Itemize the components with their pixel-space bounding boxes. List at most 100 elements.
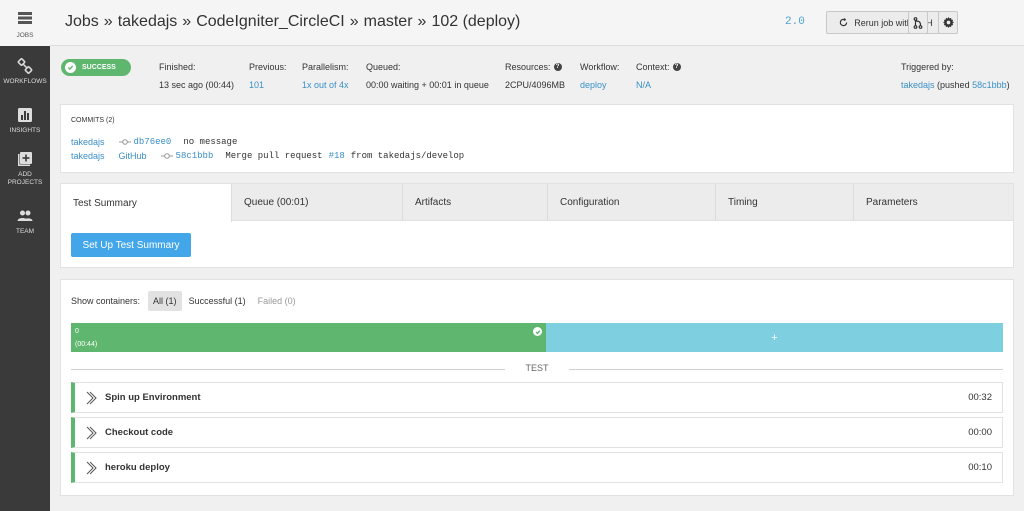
context-link[interactable]: N/A xyxy=(636,80,681,90)
commit-hash-link[interactable]: 58c1bbb xyxy=(176,151,214,161)
info-finished: Finished: 13 sec ago (00:44) xyxy=(159,62,234,90)
rerun-ssh-button[interactable]: Rerun job with SSH xyxy=(826,11,946,34)
step-name: heroku deploy xyxy=(105,462,170,473)
breadcrumb-separator: » xyxy=(417,13,427,30)
insights-icon xyxy=(18,108,32,122)
sidebar-item-label: TEAM xyxy=(15,228,35,235)
info-triggered: Triggered by: takedajs (pushed 58c1bbb) xyxy=(901,62,1010,90)
branch-button[interactable] xyxy=(908,11,928,34)
breadcrumb: Jobs» takedajs» CodeIgniter_CircleCI» maste… xyxy=(65,13,520,31)
status-text: SUCCESS xyxy=(82,64,116,71)
show-containers-label: Show containers: xyxy=(71,296,141,306)
tab-artifacts[interactable]: Artifacts xyxy=(403,184,548,221)
breadcrumb-separator: » xyxy=(349,13,359,30)
chevron-right-icon xyxy=(86,391,97,404)
triggered-hash-link[interactable]: 58c1bbb xyxy=(972,80,1007,90)
commit-source-link[interactable]: GitHub xyxy=(119,151,147,161)
status-badge: SUCCESS xyxy=(61,59,131,76)
info-queued: Queued: 00:00 waiting + 00:01 in queue xyxy=(366,62,489,90)
settings-button[interactable] xyxy=(938,11,958,34)
tab-queue[interactable]: Queue (00:01) xyxy=(232,184,403,221)
commits-title: COMMITS (2) xyxy=(71,117,115,124)
tab-timing[interactable]: Timing xyxy=(716,184,854,221)
context-label: Context: xyxy=(636,62,670,72)
breadcrumb-project[interactable]: CodeIgniter_CircleCI xyxy=(196,13,345,30)
page-title: 102 (deploy) xyxy=(431,13,521,30)
sidebar-item-label: ADD PROJECTS xyxy=(7,171,43,186)
previous-label: Previous: xyxy=(249,62,287,72)
sidebar-item-add-projects[interactable]: ADD PROJECTS xyxy=(0,151,50,186)
triggered-user-link[interactable]: takedajs xyxy=(901,80,935,90)
step-row[interactable]: heroku deploy 00:10 xyxy=(71,452,1003,483)
commit-message: no message xyxy=(183,137,238,147)
step-time: 00:32 xyxy=(968,392,992,403)
chevron-right-icon xyxy=(86,426,97,439)
breadcrumb-jobs[interactable]: Jobs xyxy=(65,13,99,30)
breadcrumb-org[interactable]: takedajs xyxy=(118,13,178,30)
team-icon xyxy=(17,210,33,221)
workflow-link[interactable]: deploy xyxy=(580,80,619,90)
step-row[interactable]: Spin up Environment 00:32 xyxy=(71,382,1003,413)
parallelism-link[interactable]: 1x out of 4x xyxy=(302,80,349,90)
sidebar: JOBS WORKFLOWS INSIGHTS ADD PROJECTS TEA… xyxy=(0,0,50,511)
workflows-icon xyxy=(17,58,33,74)
sidebar-item-jobs[interactable]: JOBS xyxy=(0,0,50,46)
workflow-label: Workflow: xyxy=(580,62,620,72)
sidebar-item-workflows[interactable]: WORKFLOWS xyxy=(0,58,50,86)
pull-request-link[interactable]: #18 xyxy=(329,151,345,161)
commit-author-link[interactable]: takedajs xyxy=(71,151,105,161)
help-icon[interactable]: ? xyxy=(553,63,562,71)
commit-icon xyxy=(118,139,131,145)
step-name: Checkout code xyxy=(105,427,174,438)
commit-row: takedajs db76ee0 no message xyxy=(71,137,237,147)
triggered-close-paren: ) xyxy=(1006,80,1010,90)
breadcrumb-separator: » xyxy=(103,13,113,30)
step-row[interactable]: Checkout code 00:00 xyxy=(71,417,1003,448)
jobs-icon xyxy=(18,12,32,24)
sidebar-item-label: INSIGHTS xyxy=(9,127,41,134)
containers-panel: Show containers: All (1) Successful (1) … xyxy=(60,279,1014,496)
parallelism-label: Parallelism: xyxy=(302,62,349,72)
filter-successful[interactable]: Successful (1) xyxy=(184,291,251,311)
gear-icon xyxy=(942,17,954,28)
commit-message: Merge pull request xyxy=(225,151,323,161)
chevron-right-icon xyxy=(86,461,97,474)
tab-parameters[interactable]: Parameters xyxy=(854,184,1013,221)
sidebar-item-team[interactable]: TEAM xyxy=(0,208,50,236)
setup-test-summary-button[interactable]: Set Up Test Summary xyxy=(71,233,191,257)
section-label: TEST xyxy=(505,363,569,373)
step-time: 00:10 xyxy=(968,462,992,473)
queued-value: 00:00 waiting + 00:01 in queue xyxy=(366,80,489,90)
sidebar-item-label: WORKFLOWS xyxy=(3,78,47,85)
add-container-button[interactable]: + xyxy=(546,323,1003,352)
container-0-bar[interactable]: 0 (00:44) xyxy=(71,323,546,352)
add-projects-icon xyxy=(18,152,32,166)
commit-row: takedajs GitHub 58c1bbb Merge pull reque… xyxy=(71,151,464,161)
container-filter: Show containers: All (1) Successful (1) … xyxy=(71,291,301,311)
filter-all[interactable]: All (1) xyxy=(148,291,182,311)
resources-value: 2CPU/4096MB xyxy=(505,80,566,90)
help-icon[interactable]: ? xyxy=(672,63,681,71)
queued-label: Queued: xyxy=(366,62,401,72)
previous-link[interactable]: 101 xyxy=(249,80,287,90)
filter-failed[interactable]: Failed (0) xyxy=(253,291,301,311)
commit-icon xyxy=(160,153,173,159)
branch-icon xyxy=(913,16,923,29)
check-circle-icon xyxy=(65,62,76,73)
breadcrumb-branch[interactable]: master xyxy=(364,13,413,30)
commit-author-link[interactable]: takedajs xyxy=(71,137,105,147)
triggered-label: Triggered by: xyxy=(901,62,954,72)
container-time: (00:44) xyxy=(75,341,98,348)
info-workflow: Workflow: deploy xyxy=(580,62,619,90)
tab-configuration[interactable]: Configuration xyxy=(548,184,716,221)
sidebar-item-insights[interactable]: INSIGHTS xyxy=(0,107,50,135)
page-header: Jobs» takedajs» CodeIgniter_CircleCI» maste… xyxy=(50,0,1024,46)
tab-test-summary[interactable]: Test Summary xyxy=(61,184,232,222)
step-time: 00:00 xyxy=(968,427,992,438)
rerun-icon xyxy=(840,18,848,27)
tabs-panel: Test Summary Queue (00:01) Artifacts Con… xyxy=(60,183,1014,268)
step-name: Spin up Environment xyxy=(105,392,201,403)
triggered-pushed-text: (pushed xyxy=(937,80,970,90)
tab-bar: Test Summary Queue (00:01) Artifacts Con… xyxy=(61,184,1013,222)
commit-hash-link[interactable]: db76ee0 xyxy=(134,137,172,147)
